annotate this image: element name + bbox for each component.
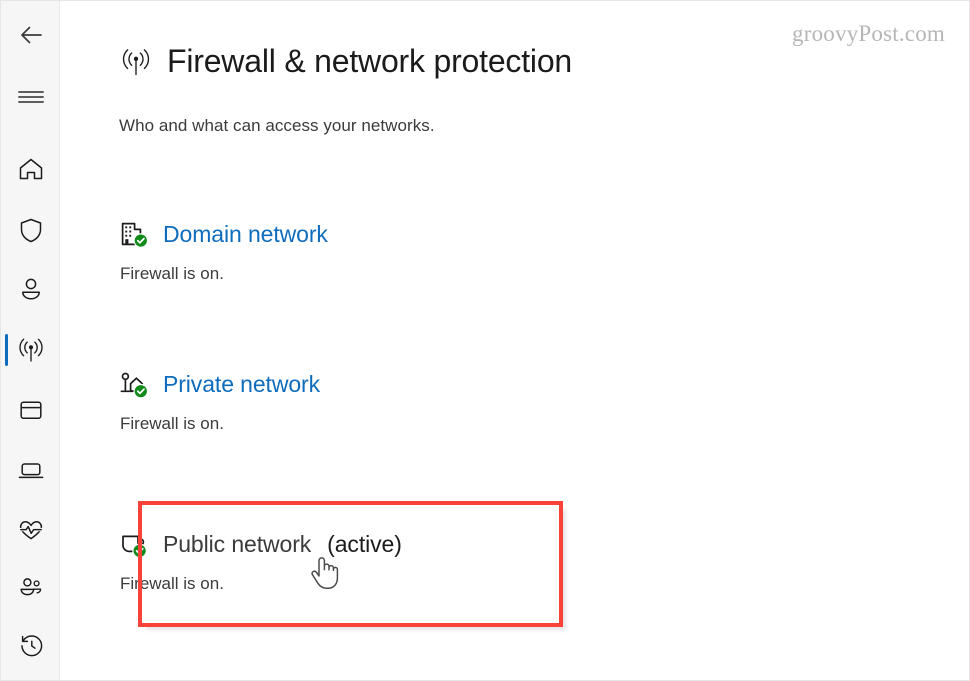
network-heading-row: Public network (active) <box>119 529 402 559</box>
domain-network-link[interactable]: Domain network <box>163 221 328 248</box>
windows-security-window: groovyPost.com Firewall & network protec… <box>0 0 970 681</box>
public-network-label[interactable]: Public network <box>163 531 311 558</box>
public-network-active-tag: (active) <box>327 530 402 557</box>
nav-menu-button[interactable] <box>1 73 60 121</box>
sidebar-item-protection-history[interactable] <box>1 622 60 670</box>
history-clock-icon <box>17 632 45 660</box>
back-button[interactable] <box>1 11 60 59</box>
private-network-status: Firewall is on. <box>120 414 224 433</box>
content-area: groovyPost.com Firewall & network protec… <box>60 1 969 680</box>
sidebar-item-virus-protection[interactable] <box>1 206 60 254</box>
heartbeat-icon <box>16 516 46 544</box>
green-check-badge <box>133 233 149 248</box>
network-section-private: Private network Firewall is on. <box>119 369 320 434</box>
sidebar-item-home[interactable] <box>1 145 60 193</box>
wireless-signal-icon <box>119 45 153 79</box>
sidebar-item-app-browser-control[interactable] <box>1 386 60 434</box>
shield-icon <box>17 216 45 244</box>
network-heading-row: Private network <box>119 369 320 399</box>
private-network-link[interactable]: Private network <box>163 371 320 398</box>
coffee-cup-icon <box>119 529 149 559</box>
active-indicator <box>5 334 8 366</box>
public-network-status: Firewall is on. <box>120 574 224 593</box>
wireless-signal-icon <box>16 335 46 365</box>
green-check-badge <box>133 383 149 399</box>
page-title: Firewall & network protection <box>167 43 573 79</box>
app-browser-window-icon <box>17 396 45 424</box>
home-icon <box>17 155 45 183</box>
sidebar-item-device-security[interactable] <box>1 446 60 494</box>
device-laptop-icon <box>16 456 46 484</box>
family-people-icon <box>16 573 46 601</box>
network-heading-row: Domain network <box>119 219 328 249</box>
sidebar-item-firewall-network[interactable] <box>1 326 60 374</box>
watermark: groovyPost.com <box>792 21 945 46</box>
page-header: Firewall & network protection <box>119 43 572 80</box>
home-network-icon <box>119 369 149 399</box>
network-section-domain: Domain network Firewall is on. <box>119 219 328 284</box>
network-section-public[interactable]: Public network (active) Firewall is on. <box>119 529 402 594</box>
sidebar-item-device-performance[interactable] <box>1 506 60 554</box>
person-icon <box>17 275 45 303</box>
page-subtitle: Who and what can access your networks. <box>119 116 435 135</box>
back-arrow-icon <box>16 20 46 50</box>
sidebar-item-account-protection[interactable] <box>1 265 60 313</box>
green-check-badge <box>132 543 147 559</box>
hamburger-menu-icon <box>17 87 45 107</box>
sidebar-item-family-options[interactable] <box>1 563 60 611</box>
building-icon <box>119 219 149 249</box>
navigation-rail <box>1 1 60 680</box>
domain-network-status: Firewall is on. <box>120 264 224 283</box>
